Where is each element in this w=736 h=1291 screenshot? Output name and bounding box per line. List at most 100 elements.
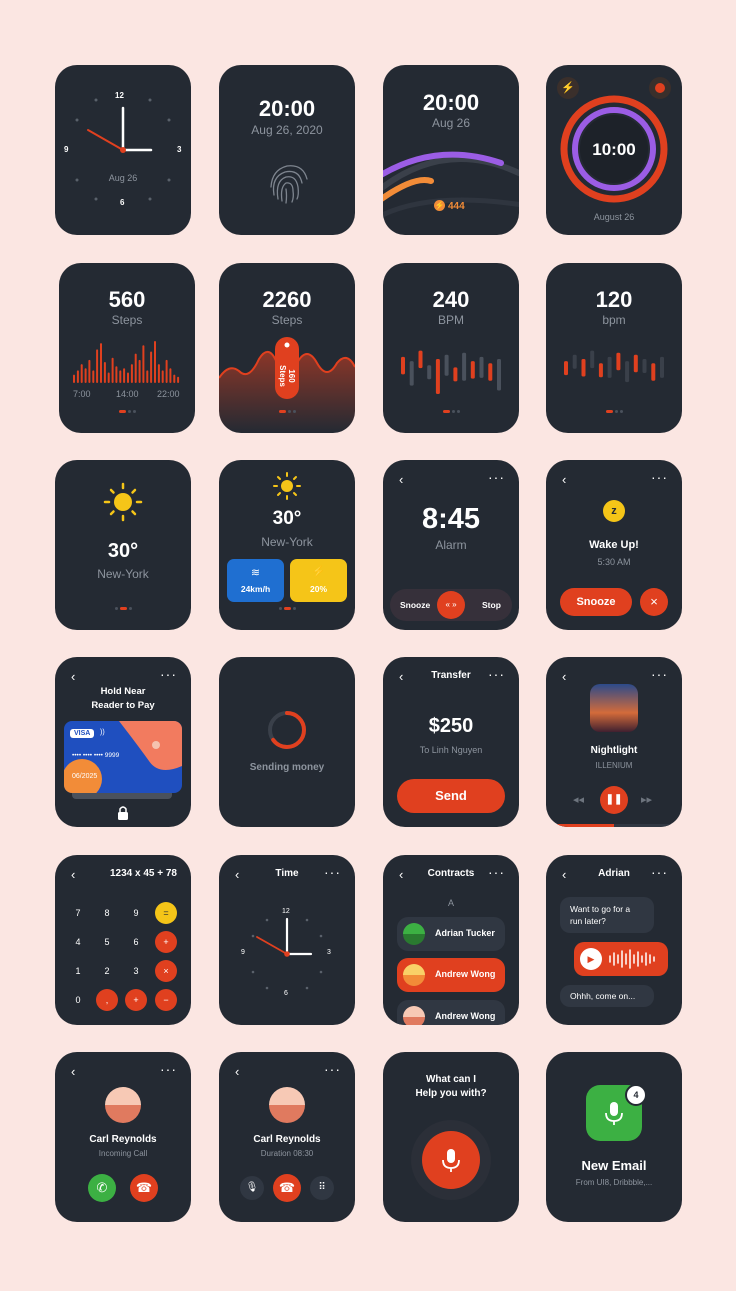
slider-handle[interactable]: « » xyxy=(437,591,465,619)
back-button[interactable]: ‹ xyxy=(562,669,566,684)
back-button[interactable]: ‹ xyxy=(71,1064,75,1079)
watch-pay: ‹ ··· Hold Near Reader to Pay VISA )) •••… xyxy=(55,657,191,827)
calc-key[interactable]: 9 xyxy=(125,902,147,924)
candle-bar xyxy=(453,367,458,382)
wake-time: 5:30 AM xyxy=(597,557,631,567)
end-call-icon[interactable]: ☎ xyxy=(273,1174,301,1202)
watch-bpm-chart-2: 120 bpm xyxy=(546,263,682,433)
track-progress-fill xyxy=(546,824,614,827)
calc-key[interactable]: 6 xyxy=(125,931,147,953)
steps-bar xyxy=(157,364,160,383)
steps-bar xyxy=(169,368,172,383)
mic-icon[interactable]: 🎙 xyxy=(240,1176,264,1200)
accept-call-icon[interactable]: ✆ xyxy=(88,1174,116,1202)
voice-message[interactable]: ▶ xyxy=(574,942,668,976)
wind-tile[interactable]: ≋ 24km/h xyxy=(227,559,284,602)
calc-key[interactable]: 4 xyxy=(67,931,89,953)
watch-assistant: What can I Help you with? xyxy=(383,1052,519,1222)
album-art xyxy=(590,684,638,732)
ring-time: 10:00 xyxy=(592,140,636,159)
time-clock-face xyxy=(251,917,323,990)
watch-ring-clock: ⚡ 10:00 August 26 xyxy=(546,65,682,235)
contact-item[interactable]: Andrew Wong xyxy=(397,1000,505,1025)
keypad-icon[interactable]: ⠿ xyxy=(310,1176,334,1200)
bolt-icon: ⚡ xyxy=(434,200,445,211)
more-button[interactable]: ··· xyxy=(488,666,505,682)
chance-value: 20% xyxy=(309,584,327,594)
watch-email: 4 New Email From UI8, Dribbble,... xyxy=(546,1052,682,1222)
watch-lock-screen: 20:00 Aug 26, 2020 xyxy=(219,65,355,235)
calc-key[interactable]: × xyxy=(155,960,177,982)
candle-bar xyxy=(462,352,467,381)
calc-expression: 1234 x 45 + 78 xyxy=(109,868,177,879)
steps-bar xyxy=(142,345,145,383)
lock-icon xyxy=(118,806,128,820)
back-button[interactable]: ‹ xyxy=(71,867,75,882)
calc-key[interactable]: 5 xyxy=(96,931,118,953)
more-button[interactable]: ··· xyxy=(488,469,505,485)
alarm-action-slider[interactable]: Snooze « » Stop xyxy=(390,589,512,621)
avatar xyxy=(403,923,425,945)
weather-temp: 30° xyxy=(107,540,139,562)
calc-key[interactable]: + xyxy=(125,989,147,1011)
fingerprint-icon[interactable] xyxy=(219,65,355,235)
chat-message-incoming: Ohhh, come on... xyxy=(560,985,654,1007)
track-artist: ILLENIUM xyxy=(595,761,633,770)
contact-name: Adrian Tucker xyxy=(435,928,495,938)
more-button[interactable]: ··· xyxy=(160,1061,177,1077)
calc-key[interactable]: , xyxy=(96,989,118,1011)
more-button[interactable]: ··· xyxy=(651,864,668,880)
decline-call-icon[interactable]: ☎ xyxy=(130,1174,158,1202)
more-button[interactable]: ··· xyxy=(651,666,668,682)
clock-numeral-12: 12 xyxy=(282,908,290,915)
calc-key[interactable]: = xyxy=(155,902,177,924)
candle-bar xyxy=(625,361,630,383)
alarm-clock-icon: z xyxy=(603,500,625,522)
steps-bar xyxy=(103,362,106,383)
steps-badge: 160 Steps xyxy=(278,365,296,387)
chance-tile[interactable]: ⚡ 20% xyxy=(290,559,347,602)
calc-key[interactable]: 1 xyxy=(67,960,89,982)
back-button[interactable]: ‹ xyxy=(562,472,566,487)
clock-numeral-6: 6 xyxy=(284,990,288,997)
steps-bar xyxy=(127,372,129,383)
more-button[interactable]: ··· xyxy=(488,864,505,880)
candle-bar xyxy=(427,365,432,380)
stop-label[interactable]: Stop xyxy=(482,600,501,610)
calc-key[interactable]: 0 xyxy=(67,989,89,1011)
caller-name: Carl Reynolds xyxy=(253,1134,321,1145)
calc-key[interactable]: 8 xyxy=(96,902,118,924)
calc-key[interactable]: − xyxy=(155,989,177,1011)
steps-bar xyxy=(100,343,102,383)
rewind-icon[interactable]: ◂◂ xyxy=(573,793,584,806)
calc-key[interactable]: 2 xyxy=(96,960,118,982)
weather2-temp: 30° xyxy=(272,508,302,529)
snooze-button[interactable]: Snooze xyxy=(560,588,632,616)
more-button[interactable]: ··· xyxy=(651,469,668,485)
snooze-label[interactable]: Snooze xyxy=(400,600,430,610)
watch-weather: 30° New-York xyxy=(55,460,191,630)
page-indicator xyxy=(59,403,195,421)
clock-numeral-6: 6 xyxy=(120,198,125,207)
contact-item-selected[interactable]: Andrew Wong xyxy=(397,958,505,992)
contact-item[interactable]: Adrian Tucker xyxy=(397,917,505,951)
wake-title: Wake Up! xyxy=(589,539,639,551)
page-indicator xyxy=(219,600,355,618)
avatar xyxy=(403,964,425,986)
candle-bar xyxy=(581,359,586,377)
close-button[interactable]: × xyxy=(640,588,668,616)
more-button[interactable]: ··· xyxy=(324,1061,341,1077)
calc-key[interactable]: 3 xyxy=(125,960,147,982)
pause-icon[interactable]: ❚❚ xyxy=(600,786,628,814)
mic-icon[interactable] xyxy=(422,1131,480,1189)
candle-bar xyxy=(488,363,493,381)
back-button[interactable]: ‹ xyxy=(399,472,403,487)
candle-bar xyxy=(633,354,638,373)
watch-alarm: ‹ ··· 8:45 Alarm Snooze « » Stop xyxy=(383,460,519,630)
back-button[interactable]: ‹ xyxy=(235,1064,239,1079)
send-button[interactable]: Send xyxy=(397,779,505,813)
fast-forward-icon[interactable]: ▸▸ xyxy=(641,793,652,806)
calc-key[interactable]: + xyxy=(155,931,177,953)
track-progress-bar[interactable] xyxy=(546,824,682,827)
calc-key[interactable]: 7 xyxy=(67,902,89,924)
